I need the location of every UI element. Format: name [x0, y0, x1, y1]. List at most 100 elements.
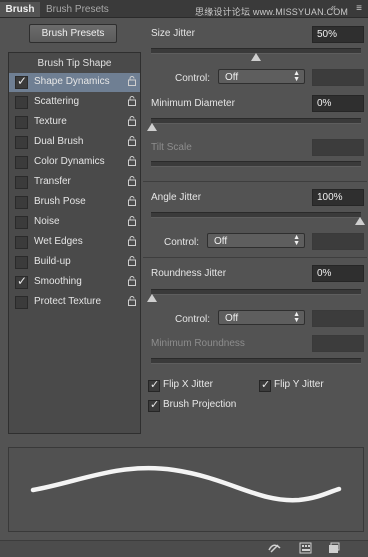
checkbox[interactable]: ✓ — [15, 74, 28, 89]
checkbox[interactable] — [15, 256, 28, 269]
slider-thumb[interactable] — [147, 123, 157, 131]
panel-tab-bar: Brush Brush Presets 思缘设计论坛 www.MISSYUAN.… — [0, 0, 368, 18]
tab-brush[interactable]: Brush — [0, 2, 40, 17]
slider-thumb[interactable] — [147, 294, 157, 302]
tab-brush-presets[interactable]: Brush Presets — [46, 2, 109, 17]
min-roundness-slider — [151, 358, 361, 364]
lock-icon[interactable] — [128, 176, 136, 186]
option-dual-brush[interactable]: Dual Brush — [9, 133, 140, 152]
lock-icon[interactable] — [128, 136, 136, 146]
lock-icon[interactable] — [128, 196, 136, 206]
brush-grid-icon[interactable] — [299, 542, 312, 554]
option-color-dynamics[interactable]: Color Dynamics — [9, 153, 140, 172]
option-label: Smoothing — [34, 276, 82, 287]
option-label: Noise — [34, 216, 60, 227]
control-select-2[interactable]: Off ▲ ▼ — [207, 233, 305, 248]
option-build-up[interactable]: Build-up — [9, 253, 140, 272]
option-smoothing[interactable]: ✓ Smoothing — [9, 273, 140, 292]
lock-icon[interactable] — [128, 276, 136, 286]
checkbox[interactable] — [15, 236, 28, 249]
angle-jitter-slider[interactable] — [151, 212, 365, 225]
brush-tip-shape-item[interactable]: Brush Tip Shape — [9, 55, 140, 73]
min-diameter-slider[interactable] — [147, 118, 361, 131]
option-label: Dual Brush — [34, 136, 84, 147]
checkbox[interactable] — [15, 296, 28, 309]
lock-icon[interactable] — [128, 116, 136, 126]
roundness-jitter-slider[interactable] — [147, 289, 361, 302]
angle-jitter-value[interactable]: 100% — [312, 189, 364, 206]
checkmark-icon: ✓ — [150, 399, 160, 411]
checkbox[interactable] — [15, 176, 28, 189]
control-label: Control: — [164, 237, 200, 248]
size-jitter-slider[interactable] — [151, 48, 361, 61]
option-label: Color Dynamics — [34, 156, 105, 167]
checkmark-icon: ✓ — [17, 274, 28, 288]
lock-icon[interactable] — [128, 156, 136, 166]
checkbox[interactable]: ✓ — [259, 379, 271, 392]
option-label: Wet Edges — [34, 236, 83, 247]
new-brush-icon[interactable] — [327, 542, 340, 554]
option-protect-texture[interactable]: Protect Texture — [9, 293, 140, 312]
panel-menu-icon[interactable]: ≡ — [356, 3, 362, 14]
option-transfer[interactable]: Transfer — [9, 173, 140, 192]
min-diameter-value[interactable]: 0% — [312, 95, 364, 112]
roundness-jitter-label: Roundness Jitter — [151, 268, 227, 279]
tilt-scale-label: Tilt Scale — [151, 142, 192, 153]
brush-options-list: Brush Tip Shape ✓ Shape Dynamics Scatter… — [8, 52, 141, 434]
lock-icon[interactable] — [128, 296, 136, 306]
checkmark-icon: ✓ — [150, 379, 160, 391]
min-roundness-label: Minimum Roundness — [151, 338, 245, 349]
checkmark-icon: ✓ — [261, 379, 271, 391]
checkbox[interactable] — [15, 136, 28, 149]
option-noise[interactable]: Noise — [9, 213, 140, 232]
brush-presets-button[interactable]: Brush Presets — [29, 24, 117, 43]
checkbox[interactable] — [15, 156, 28, 169]
checkbox[interactable]: ✓ — [15, 274, 28, 289]
collapse-icon[interactable]: « — [331, 2, 336, 12]
lock-icon[interactable] — [128, 96, 136, 106]
checkbox[interactable]: ✓ — [148, 399, 160, 412]
lock-icon[interactable] — [128, 76, 136, 86]
control-select-value: Off — [214, 236, 228, 247]
flip-x-jitter-label: Flip X Jitter — [163, 379, 214, 390]
option-label: Texture — [34, 116, 67, 127]
brush-stroke-preview — [8, 447, 364, 532]
checkbox[interactable] — [15, 116, 28, 129]
checkbox[interactable] — [15, 196, 28, 209]
size-jitter-value[interactable]: 50% — [312, 26, 364, 43]
brush-stroke-icon — [30, 465, 342, 503]
option-texture[interactable]: Texture — [9, 113, 140, 132]
option-wet-edges[interactable]: Wet Edges — [9, 233, 140, 252]
size-jitter-label: Size Jitter — [151, 28, 195, 39]
brush-projection-label: Brush Projection — [163, 399, 237, 410]
option-label: Transfer — [34, 176, 71, 187]
updown-arrows-icon: ▲ ▼ — [293, 234, 300, 247]
roundness-jitter-value[interactable]: 0% — [312, 265, 364, 282]
checkbox[interactable] — [15, 216, 28, 229]
option-label: Build-up — [34, 256, 71, 267]
min-diameter-label: Minimum Diameter — [151, 98, 235, 109]
lock-icon[interactable] — [128, 256, 136, 266]
checkbox[interactable]: ✓ — [148, 379, 160, 392]
control-select-1[interactable]: Off ▲ ▼ — [218, 69, 305, 84]
toggle-preview-icon[interactable] — [268, 542, 281, 554]
slider-thumb[interactable] — [251, 53, 261, 61]
lock-icon[interactable] — [128, 216, 136, 226]
lock-icon[interactable] — [128, 236, 136, 246]
panel-bottom-bar — [0, 540, 368, 557]
divider — [143, 181, 367, 182]
slider-thumb[interactable] — [355, 217, 365, 225]
option-label: Scattering — [34, 96, 80, 107]
control-extra-field-2 — [312, 233, 364, 250]
tilt-scale-value — [312, 139, 364, 156]
watermark-text: 思缘设计论坛 www.MISSYUAN.COM — [195, 7, 349, 17]
control-select-3[interactable]: Off ▲ ▼ — [218, 310, 305, 325]
control-label: Control: — [175, 314, 211, 325]
option-brush-pose[interactable]: Brush Pose — [9, 193, 140, 212]
control-select-value: Off — [225, 72, 239, 83]
checkbox[interactable] — [15, 96, 28, 109]
option-shape-dynamics[interactable]: ✓ Shape Dynamics — [9, 73, 140, 92]
option-scattering[interactable]: Scattering — [9, 93, 140, 112]
option-label: Shape Dynamics — [34, 76, 110, 87]
control-extra-field-3 — [312, 310, 364, 327]
